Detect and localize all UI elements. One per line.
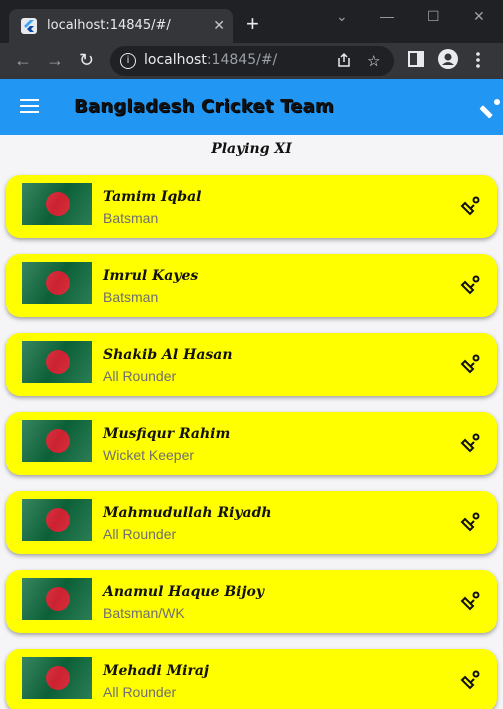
browser-tab[interactable]: localhost:14845/#/ ✕ (9, 9, 233, 43)
player-card[interactable]: Mahmudullah Riyadh All Rounder (6, 491, 497, 554)
browser-toolbar: ← → ↻ i localhost:14845/#/ ☆ (0, 43, 503, 79)
site-info-icon[interactable]: i (120, 53, 136, 69)
cricket-bat-ball-icon[interactable] (459, 353, 481, 375)
app-bar: Bangladesh Cricket Team (0, 79, 503, 135)
address-bar[interactable]: i localhost:14845/#/ ☆ (110, 46, 394, 76)
bookmark-star-icon[interactable]: ☆ (367, 52, 380, 70)
share-icon[interactable] (336, 52, 352, 68)
cricket-bat-ball-icon[interactable] (459, 590, 481, 612)
player-role: Wicket Keeper (103, 447, 195, 463)
bangladesh-flag-image (22, 657, 92, 699)
player-role: Batsman (103, 289, 159, 305)
tab-close-icon[interactable]: ✕ (213, 17, 225, 34)
page-subtitle: Playing XI (211, 141, 292, 157)
player-card[interactable]: Imrul Kayes Batsman (6, 254, 497, 317)
cricket-bat-ball-icon[interactable] (459, 669, 481, 691)
player-role: Batsman (103, 210, 159, 226)
app-title: Bangladesh Cricket Team (74, 96, 334, 117)
side-panel-icon[interactable] (408, 51, 424, 67)
bangladesh-flag-image (22, 262, 92, 304)
bangladesh-flag-image (22, 499, 92, 541)
forward-button[interactable]: → (46, 50, 64, 70)
hamburger-menu-icon[interactable] (20, 99, 39, 113)
player-name: Mehadi Miraj (103, 663, 209, 679)
player-role: All Rounder (103, 368, 177, 384)
back-button[interactable]: ← (14, 50, 32, 70)
player-role: Batsman/WK (103, 605, 185, 621)
player-role: All Rounder (103, 684, 177, 700)
player-card[interactable]: Mehadi Miraj All Rounder (6, 649, 497, 709)
tab-title: localhost:14845/#/ (47, 18, 171, 33)
profile-avatar-icon[interactable] (438, 49, 458, 69)
browser-tab-strip: localhost:14845/#/ ✕ + ⌄ — ☐ ✕ (0, 0, 503, 43)
bangladesh-flag-image (22, 578, 92, 620)
player-card[interactable]: Shakib Al Hasan All Rounder (6, 333, 497, 396)
player-card[interactable]: Musfiqur Rahim Wicket Keeper (6, 412, 497, 475)
bangladesh-flag-image (22, 341, 92, 383)
player-name: Mahmudullah Riyadh (103, 505, 272, 521)
player-card[interactable]: Tamim Iqbal Batsman (6, 175, 497, 238)
cricket-bat-ball-icon[interactable] (459, 195, 481, 217)
new-tab-button[interactable]: + (246, 13, 259, 35)
reload-button[interactable]: ↻ (79, 50, 94, 70)
cricket-bat-ball-icon[interactable] (459, 274, 481, 296)
player-name: Anamul Haque Bijoy (103, 584, 265, 600)
more-menu-icon[interactable] (475, 51, 481, 69)
close-window-button[interactable]: ✕ (473, 8, 485, 25)
player-role: All Rounder (103, 526, 177, 542)
url-text[interactable]: localhost:14845/#/ (144, 52, 277, 68)
cricket-bat-ball-icon[interactable] (479, 97, 501, 119)
player-name: Imrul Kayes (103, 268, 199, 284)
flutter-favicon-icon (21, 18, 37, 34)
bangladesh-flag-image (22, 183, 92, 225)
bangladesh-flag-image (22, 420, 92, 462)
player-name: Shakib Al Hasan (103, 347, 233, 363)
player-name: Musfiqur Rahim (103, 426, 231, 442)
minimize-button[interactable]: — (380, 8, 394, 24)
player-card[interactable]: Anamul Haque Bijoy Batsman/WK (6, 570, 497, 633)
cricket-bat-ball-icon[interactable] (459, 432, 481, 454)
players-list: Playing XI Tamim Iqbal Batsman Imrul Kay… (0, 135, 503, 709)
chevron-down-icon[interactable]: ⌄ (336, 8, 348, 25)
cricket-bat-ball-icon[interactable] (459, 511, 481, 533)
maximize-button[interactable]: ☐ (427, 8, 440, 25)
player-name: Tamim Iqbal (103, 189, 202, 205)
